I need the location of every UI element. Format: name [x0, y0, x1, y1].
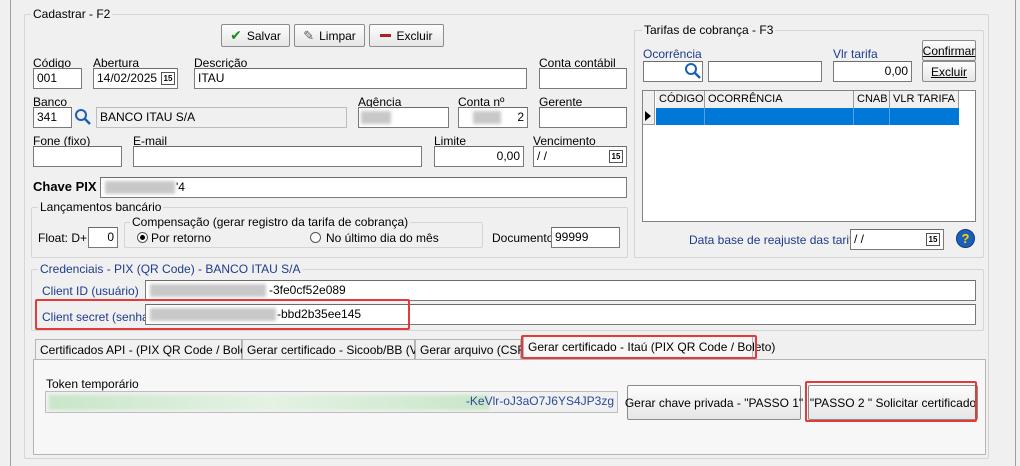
grid-cell-divider — [853, 108, 854, 125]
confirmar-button[interactable]: Confirmar — [922, 40, 976, 61]
vlr-tarifa-label: Vlr tarifa — [833, 47, 878, 61]
excluir-button[interactable]: Excluir — [369, 24, 444, 47]
redacted-block — [105, 181, 175, 194]
col-cnab[interactable]: CNAB — [854, 91, 890, 108]
descricao-field[interactable]: ITAU — [194, 68, 527, 89]
credenciais-title: Credenciais - PIX (QR Code) - BANCO ITAU… — [38, 262, 303, 276]
chave-pix-label: Chave PIX — [33, 179, 97, 194]
highlight-tab-itau — [521, 335, 757, 359]
conta-field[interactable]: 2 — [458, 107, 528, 128]
grid-corner — [643, 91, 655, 108]
highlight-passo2 — [805, 381, 977, 422]
radio-por-retorno-label: Por retorno — [151, 231, 212, 245]
col-vlr-tarifa[interactable]: VLR TARIFA — [890, 91, 959, 108]
tab-gerar-arquivo-csr[interactable]: Gerar arquivo (CSR) — [415, 339, 530, 361]
chave-pix-field[interactable]: '4 — [100, 177, 627, 198]
cadastrar-title: Cadastrar - F2 — [31, 7, 113, 21]
col-codigo[interactable]: CÓDIGO — [656, 91, 705, 108]
client-id-field[interactable]: -3fe0cf52e089 — [145, 280, 976, 301]
compensacao-title: Compensação (gerar registro da tarifa de… — [130, 215, 411, 229]
documento-field[interactable]: 99999 — [551, 227, 620, 248]
search-icon[interactable] — [684, 62, 702, 80]
banco-name-field: BANCO ITAU S/A — [96, 107, 347, 128]
salvar-button[interactable]: ✔ Salvar — [221, 24, 290, 47]
client-id-label: Client ID (usuário) — [42, 284, 139, 298]
redacted-block — [49, 395, 489, 410]
check-icon: ✔ — [230, 27, 242, 43]
conta-contabil-field[interactable] — [539, 68, 627, 89]
lancamentos-title: Lançamentos bancário — [38, 200, 164, 214]
passo1-button[interactable]: Gerar chave privada - "PASSO 1" — [625, 385, 803, 420]
redacted-block — [473, 111, 501, 124]
grid-selected-row[interactable] — [656, 108, 959, 125]
excluir-tarifa-button[interactable]: Excluir — [922, 61, 976, 82]
radio-ultimo-dia-label: No último dia do mês — [326, 231, 439, 245]
tab-gerar-certificado-sicoob[interactable]: Gerar certificado - Sicoob/BB (V2) — [242, 339, 428, 361]
help-icon[interactable]: ? — [956, 229, 975, 248]
search-icon[interactable] — [74, 108, 92, 126]
tab-certificados-api[interactable]: Certificados API - (PIX QR Code / Boleto… — [35, 339, 261, 361]
limite-field[interactable]: 0,00 — [434, 146, 524, 167]
grid-cell-divider — [889, 108, 890, 125]
radio-ultimo-dia[interactable] — [310, 232, 321, 243]
highlight-client-secret — [35, 299, 410, 330]
banco-code-field[interactable]: 341 — [33, 107, 72, 128]
radio-por-retorno[interactable] — [137, 232, 148, 243]
redacted-block — [150, 284, 266, 297]
calendar-icon[interactable]: 15 — [926, 233, 940, 246]
float-field[interactable]: 0 — [88, 227, 118, 248]
limpar-button[interactable]: ✎ Limpar — [294, 24, 365, 47]
float-label: Float: D+ — [38, 231, 88, 245]
grid-cell-divider — [704, 108, 705, 125]
codigo-field[interactable]: 001 — [33, 68, 82, 89]
vlr-tarifa-field[interactable]: 0,00 — [833, 61, 912, 82]
calendar-icon[interactable]: 15 — [161, 72, 175, 85]
ocorrencia-label: Ocorrência — [643, 47, 702, 61]
minus-icon — [380, 34, 392, 37]
redacted-block — [361, 111, 391, 124]
data-base-label: Data base de reajuste das tarifas — [689, 233, 866, 247]
agencia-field[interactable] — [358, 107, 449, 128]
col-ocorrencia[interactable]: OCORRÊNCIA — [705, 91, 854, 108]
token-label: Token temporário — [46, 377, 139, 391]
gerente-field[interactable] — [539, 107, 627, 128]
fone-field[interactable] — [33, 146, 122, 167]
calendar-icon[interactable]: 15 — [609, 150, 623, 163]
ocorrencia-desc-field[interactable] — [708, 61, 822, 82]
row-pointer-icon — [645, 111, 651, 121]
eraser-icon: ✎ — [303, 27, 315, 43]
token-field: -KeVlr-oJ3aO7J6YS4JP3zg — [45, 391, 618, 413]
email-field[interactable] — [133, 146, 422, 167]
grid-row-indicator — [643, 108, 655, 125]
tarifas-title: Tarifas de cobrança - F3 — [642, 23, 776, 37]
documento-label: Documento — [492, 231, 554, 245]
